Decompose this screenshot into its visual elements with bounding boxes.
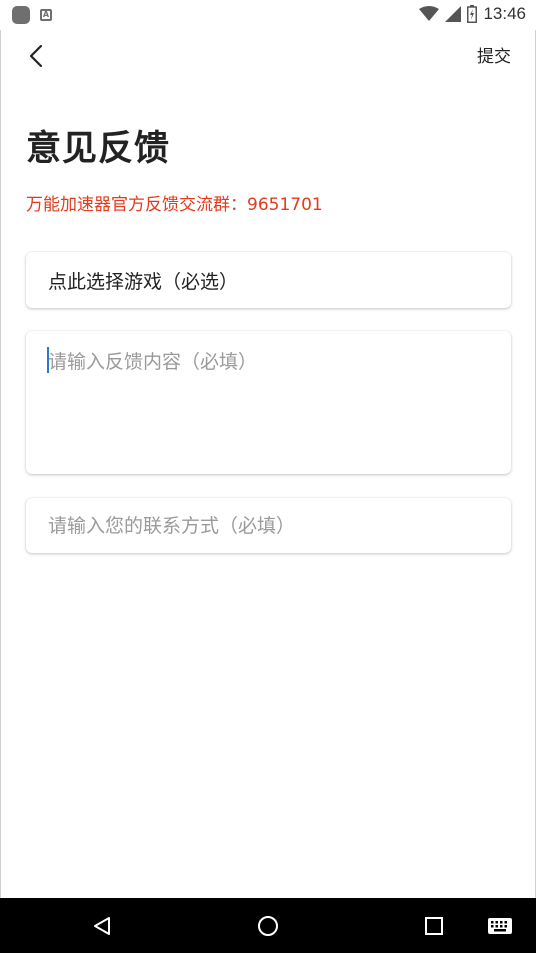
game-select-field[interactable]: 点此选择游戏（必选） [26,252,511,308]
feedback-group-info: 万能加速器官方反馈交流群：9651701 [26,195,323,215]
feedback-content-input[interactable] [26,331,511,474]
nav-recents-button[interactable] [416,908,452,944]
chevron-left-icon [29,44,43,68]
status-left-icons: A [12,6,52,24]
game-select-label: 点此选择游戏（必选） [48,271,239,293]
nav-back-button[interactable] [84,908,120,944]
back-triangle-icon [94,917,110,935]
contact-box[interactable] [26,498,511,553]
contact-input[interactable] [26,498,511,553]
feedback-content-box[interactable] [26,331,511,474]
battery-icon [467,5,478,23]
submit-button[interactable]: 提交 [477,42,511,67]
nav-keyboard-button[interactable] [482,908,518,944]
recents-square-icon [425,917,443,935]
home-circle-icon [258,916,278,936]
page-title: 意见反馈 [26,129,171,169]
status-right-icons: 13:46 [419,4,526,24]
navigation-bar [0,898,536,953]
status-time: 13:46 [483,4,526,23]
keyboard-icon [488,918,512,934]
a-notification-icon: A [40,9,52,21]
text-cursor [47,347,49,373]
nav-home-button[interactable] [250,908,286,944]
back-button[interactable] [18,38,54,74]
wifi-icon [419,6,440,21]
cell-signal-icon [445,6,462,22]
status-bar: A 13:46 [0,0,536,30]
app-notification-icon [12,6,30,24]
